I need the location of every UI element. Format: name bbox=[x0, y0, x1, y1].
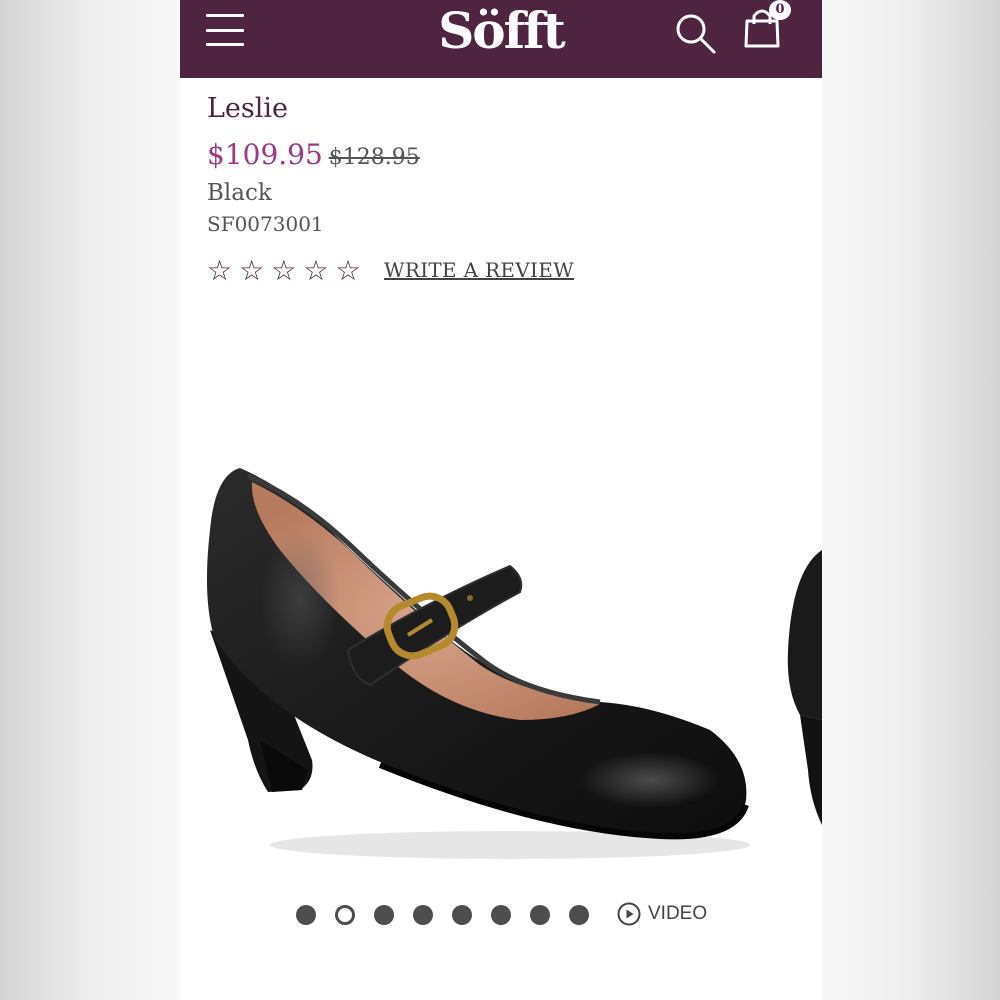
site-header: Söfft 0 bbox=[180, 0, 822, 78]
cart-count-badge: 0 bbox=[769, 0, 791, 20]
product-sku: SF0073001 bbox=[207, 212, 324, 236]
star-icon[interactable]: ☆ bbox=[335, 256, 360, 286]
write-review-link[interactable]: WRITE A REVIEW bbox=[384, 258, 574, 282]
product-image[interactable] bbox=[180, 300, 822, 880]
gallery-dot[interactable] bbox=[296, 905, 316, 925]
star-icon[interactable]: ☆ bbox=[271, 256, 296, 286]
star-icon[interactable]: ☆ bbox=[303, 256, 328, 286]
gallery-dot[interactable] bbox=[491, 905, 511, 925]
gallery-dot[interactable] bbox=[569, 905, 589, 925]
product-name: Leslie bbox=[207, 93, 289, 124]
gallery-dot[interactable] bbox=[413, 905, 433, 925]
rating-stars[interactable]: ☆ ☆ ☆ ☆ ☆ bbox=[207, 256, 361, 286]
gallery-dot[interactable] bbox=[530, 905, 550, 925]
gallery-dot[interactable] bbox=[452, 905, 472, 925]
star-icon[interactable]: ☆ bbox=[239, 256, 264, 286]
next-product-image[interactable] bbox=[780, 540, 822, 830]
search-icon[interactable] bbox=[672, 10, 718, 56]
gallery-dot[interactable] bbox=[374, 905, 394, 925]
price-row: $109.95 $128.95 bbox=[207, 138, 420, 171]
gallery-dot-active[interactable] bbox=[335, 905, 355, 925]
star-icon[interactable]: ☆ bbox=[207, 256, 232, 286]
phone-screen: Söfft 0 Leslie $109.95 $128.95 Black SF00… bbox=[180, 0, 822, 1000]
play-icon bbox=[617, 902, 641, 926]
product-color: Black bbox=[207, 180, 272, 206]
sale-price: $109.95 bbox=[207, 138, 323, 171]
gallery-pagination bbox=[296, 905, 589, 925]
original-price: $128.95 bbox=[328, 145, 420, 170]
video-button[interactable]: VIDEO bbox=[617, 902, 707, 926]
video-label: VIDEO bbox=[648, 903, 708, 924]
brand-logo[interactable]: Söfft bbox=[180, 0, 822, 62]
